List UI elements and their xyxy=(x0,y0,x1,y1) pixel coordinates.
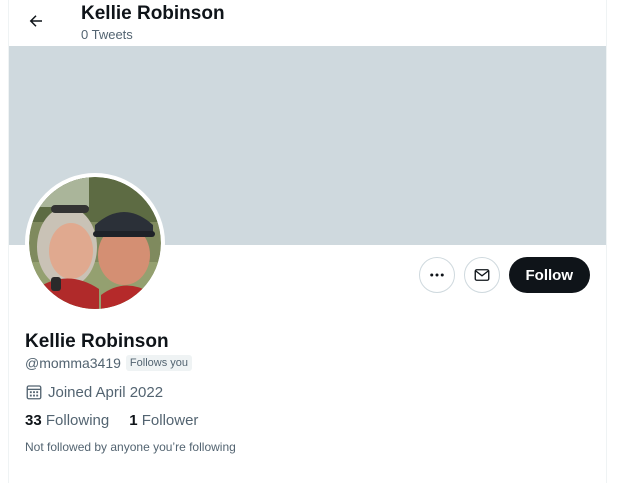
mutual-followers-note: Not followed by anyone you’re following xyxy=(25,440,236,454)
calendar-icon xyxy=(26,385,42,400)
arrow-left-icon xyxy=(29,15,42,27)
tweet-count: 0 Tweets xyxy=(81,27,133,42)
more-button[interactable] xyxy=(418,257,455,293)
profile-column: Kellie Robinson 0 Tweets Follow Kellie R… xyxy=(8,0,607,483)
follow-stats: 33 Following 1 Follower xyxy=(25,412,585,429)
following-count: 33 xyxy=(25,412,42,429)
followers-count: 1 xyxy=(129,412,138,429)
following-label: Following xyxy=(45,412,110,429)
followers-label: Follower xyxy=(141,412,199,429)
joined-text: Joined April 2022 xyxy=(48,383,164,401)
header-name: Kellie Robinson xyxy=(81,3,225,24)
followers-link[interactable]: 1 Follower xyxy=(129,412,198,429)
avatar-photo xyxy=(29,177,161,309)
following-link[interactable]: 33 Following xyxy=(25,412,109,429)
profile-name: Kellie Robinson xyxy=(25,331,169,352)
profile-handle: @momma3419 xyxy=(25,355,121,371)
profile-actions: Follow xyxy=(418,257,590,293)
more-dots-icon xyxy=(429,273,444,277)
message-button[interactable] xyxy=(463,257,500,293)
follow-button[interactable]: Follow xyxy=(508,257,590,293)
joined-date: Joined April 2022 xyxy=(25,383,585,401)
envelope-icon xyxy=(474,269,489,281)
back-button[interactable] xyxy=(21,6,51,36)
follows-you-badge: Follows you xyxy=(125,355,192,371)
handle-row: @momma3419 Follows you xyxy=(25,355,585,371)
avatar[interactable] xyxy=(25,173,165,313)
profile-header: Kellie Robinson 0 Tweets xyxy=(9,0,606,46)
profile-info: Kellie Robinson @momma3419 Follows you J… xyxy=(25,330,585,454)
